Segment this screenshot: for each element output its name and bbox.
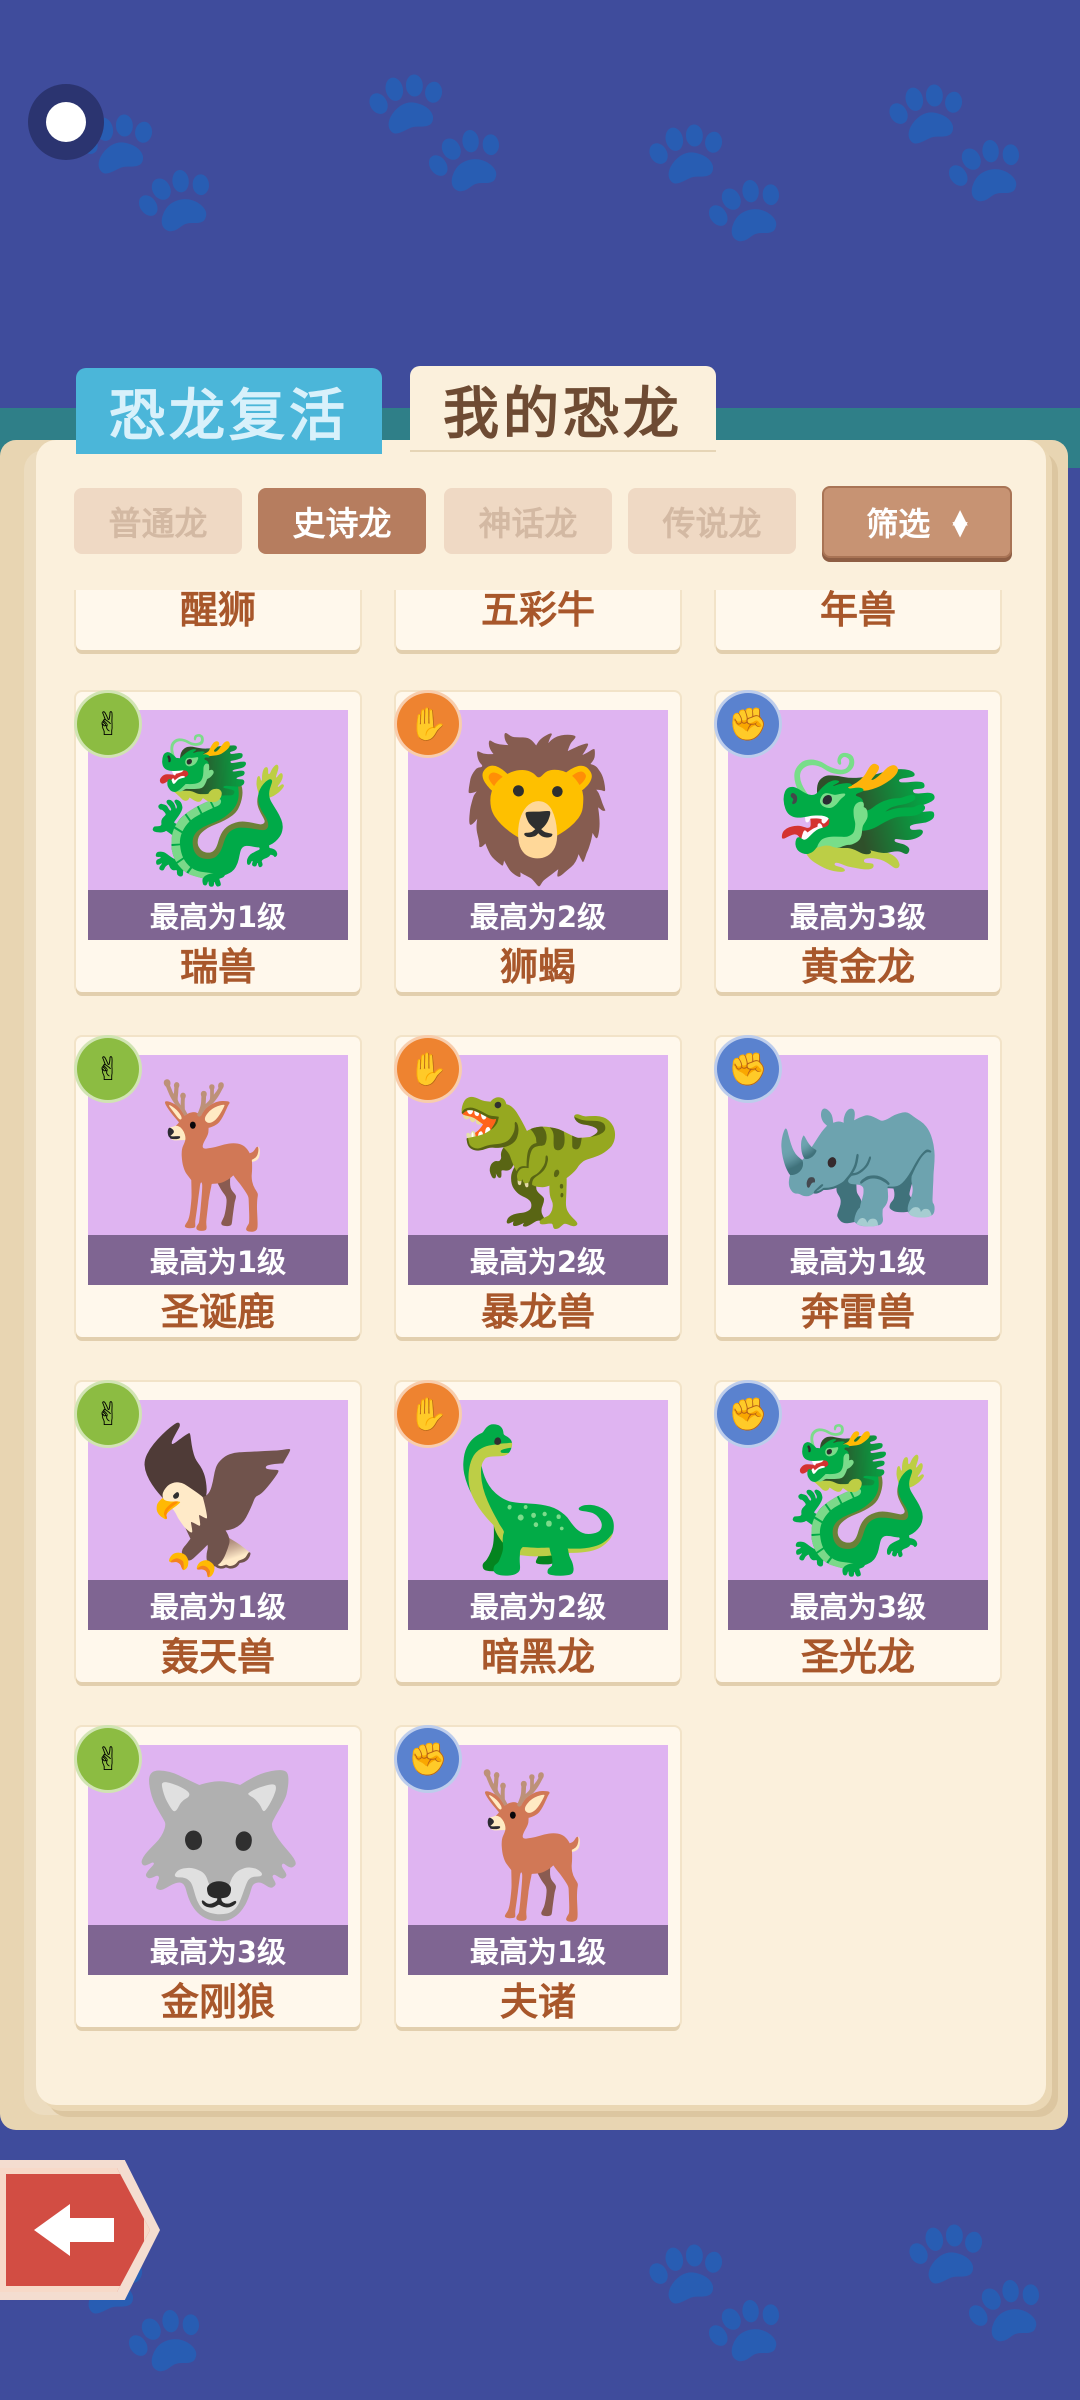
rock-type-badge-icon: ✊ — [714, 1035, 782, 1103]
subtab-mythic[interactable]: 神话龙 — [444, 488, 612, 554]
dino-card[interactable]: 🐉 最高为3级圣光龙 ✊ — [714, 1380, 1000, 1682]
dino-creature-icon: 🦁 — [450, 729, 626, 893]
max-level-label: 最高为1级 — [88, 890, 348, 940]
rock-type-badge-icon: ✊ — [714, 1380, 782, 1448]
dino-creature-icon: 🐺 — [130, 1764, 306, 1928]
rock-type-badge-icon: ✊ — [714, 690, 782, 758]
dino-name: 暗黑龙 — [480, 1635, 595, 1679]
dino-creature-icon: 🦏 — [770, 1074, 946, 1238]
subtab-epic[interactable]: 史诗龙 — [258, 488, 426, 554]
max-level-label: 最高为1级 — [728, 1235, 988, 1285]
dino-name: 黄金龙 — [800, 945, 915, 989]
dino-card[interactable]: 五彩牛 — [396, 590, 680, 650]
scissors-type-badge-icon: ✌ — [74, 1035, 142, 1103]
max-level-label: 最高为3级 — [728, 890, 988, 940]
dino-card[interactable]: 年兽 — [716, 590, 1000, 650]
dino-creature-icon: 🐉 — [770, 1419, 946, 1583]
max-level-label: 最高为2级 — [408, 1580, 668, 1630]
max-level-label: 最高为2级 — [408, 1235, 668, 1285]
dino-card[interactable]: 🦅 最高为1级轰天兽 ✌ — [74, 1380, 360, 1682]
max-level-label: 最高为3级 — [88, 1925, 348, 1975]
paper-type-badge-icon: ✋ — [394, 1035, 462, 1103]
dino-creature-icon: 🐉 — [130, 729, 306, 893]
dino-name: 圣光龙 — [800, 1635, 915, 1679]
tab-my-dinosaurs[interactable]: 我的恐龙 — [410, 366, 716, 452]
dino-name: 轰天兽 — [160, 1635, 275, 1679]
dino-name: 年兽 — [819, 590, 896, 632]
dino-creature-icon: 🦖 — [450, 1074, 626, 1238]
dino-card[interactable]: 醒狮 — [76, 590, 360, 650]
dino-card[interactable]: 🐺 最高为3级金刚狼 ✌ — [74, 1725, 360, 2027]
paw-print-icon: 🐾 — [360, 60, 510, 199]
arrow-left-icon — [34, 2204, 114, 2256]
dino-card[interactable]: 🐲 最高为3级黄金龙 ✊ — [714, 690, 1000, 992]
sort-arrows-icon: ▲ ▼ — [952, 504, 968, 540]
filter-button[interactable]: 筛选 ▲ ▼ — [822, 486, 1012, 558]
dino-creature-icon: 🦌 — [130, 1074, 306, 1238]
dinosaur-grid: 醒狮 五彩牛 年兽 🐉 最高为1级 瑞兽 ✌ 🦁 最高为2级 狮蝎 ✋ 🐲 最高为3级 黄金龙 ✊ 🦌 最… — [60, 590, 1020, 2050]
tab-dinosaur-revive[interactable]: 恐龙复活 — [76, 368, 382, 454]
dino-name: 圣诞鹿 — [160, 1290, 275, 1334]
scissors-type-badge-icon: ✌ — [74, 1725, 142, 1793]
dino-name: 狮蝎 — [499, 945, 576, 989]
dino-card[interactable]: 🐉 最高为1级瑞兽 ✌ — [74, 690, 360, 992]
max-level-label: 最高为1级 — [88, 1235, 348, 1285]
scissors-type-badge-icon: ✌ — [74, 1380, 142, 1448]
dino-name: 暴龙兽 — [480, 1290, 595, 1334]
dino-card[interactable]: 🦌 最高为1级圣诞鹿 ✌ — [74, 1035, 360, 1337]
max-level-label: 最高为1级 — [408, 1925, 668, 1975]
paper-type-badge-icon: ✋ — [394, 690, 462, 758]
subtab-legendary[interactable]: 传说龙 — [628, 488, 796, 554]
dino-creature-icon: 🦅 — [130, 1419, 306, 1583]
dino-creature-icon: 🐲 — [770, 729, 946, 893]
subtab-normal[interactable]: 普通龙 — [74, 488, 242, 554]
dino-card[interactable]: 🦖 最高为2级暴龙兽 ✋ — [394, 1035, 680, 1337]
paper-type-badge-icon: ✋ — [394, 1380, 462, 1448]
dino-name: 金刚狼 — [160, 1980, 275, 2024]
dino-name: 瑞兽 — [179, 945, 256, 989]
dino-card[interactable]: 🦁 最高为2级狮蝎 ✋ — [394, 690, 680, 992]
dino-card[interactable]: 🦌 最高为1级夫诸 ✊ — [394, 1725, 680, 2027]
paw-print-icon: 🐾 — [900, 2210, 1050, 2349]
paw-print-icon: 🐾 — [640, 2230, 790, 2369]
dino-name: 夫诸 — [499, 1980, 576, 2024]
paw-print-icon: 🐾 — [640, 110, 790, 249]
max-level-label: 最高为1级 — [88, 1580, 348, 1630]
rock-type-badge-icon: ✊ — [394, 1725, 462, 1793]
paw-print-icon: 🐾 — [880, 70, 1030, 209]
dino-name: 五彩牛 — [480, 590, 595, 632]
max-level-label: 最高为2级 — [408, 890, 668, 940]
dino-card[interactable]: 🦏 最高为1级奔雷兽 ✊ — [714, 1035, 1000, 1337]
scissors-type-badge-icon: ✌ — [74, 690, 142, 758]
dino-name: 奔雷兽 — [800, 1290, 915, 1334]
dino-creature-icon: 🦌 — [450, 1764, 626, 1928]
dino-creature-icon: 🦕 — [450, 1419, 626, 1583]
filter-label: 筛选 — [866, 505, 931, 543]
dino-name: 醒狮 — [179, 590, 256, 632]
dino-card[interactable]: 🦕 最高为2级暗黑龙 ✋ — [394, 1380, 680, 1682]
max-level-label: 最高为3级 — [728, 1580, 988, 1630]
floating-assist-button[interactable] — [28, 84, 104, 160]
